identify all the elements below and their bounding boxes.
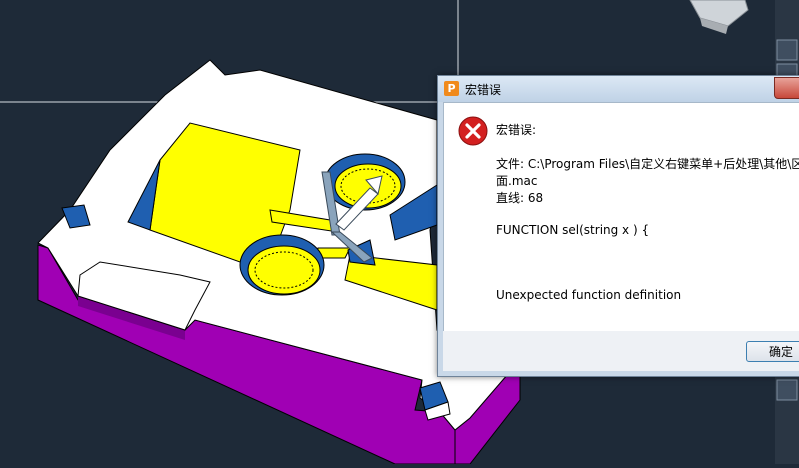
panel-icon-1[interactable] [776,39,798,61]
dialog-title: 宏错误 [465,83,502,97]
axis-x-label: X [392,240,402,256]
ok-button[interactable]: 确定 [746,341,799,362]
code-line: FUNCTION sel(string x ) { [496,223,650,237]
dialog-titlebar[interactable]: P 宏错误 [438,76,799,102]
dialog-footer: 确定 [443,331,799,371]
file-path-line1: 文件: C:\Program Files\自定义右键菜单+后处理\其他\区分 [496,157,799,171]
file-path-line2: 面.mac [496,174,538,188]
error-heading: 宏错误: [496,123,537,137]
error-message: Unexpected function definition [496,288,682,302]
error-icon [458,116,488,146]
app-logo-icon: P [444,81,459,96]
line-number: 直线: 68 [496,191,544,205]
macro-error-dialog: P 宏错误 宏错误: 文件: C:\Program Files\自定义右键菜单+… [437,75,799,377]
view-cube[interactable] [689,0,749,34]
dialog-content: 宏错误: 文件: C:\Program Files\自定义右键菜单+后处理\其他… [443,102,799,332]
panel-icon-3[interactable] [776,379,798,401]
close-button[interactable] [774,77,799,99]
